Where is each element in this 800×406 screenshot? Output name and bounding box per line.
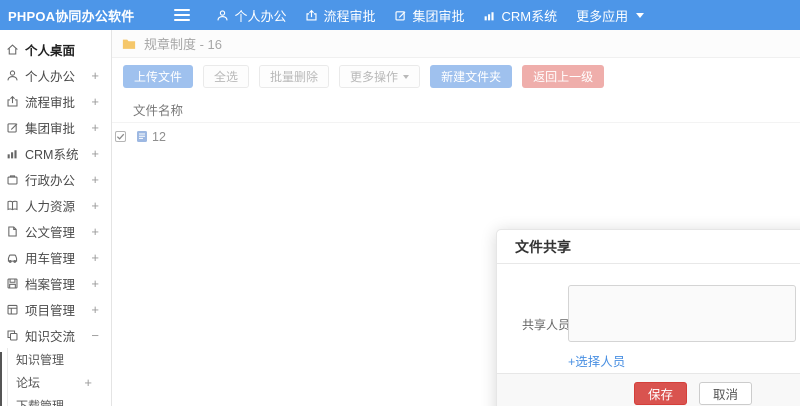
- top-header: PHPOA协同办公软件 个人办公 流程审批 集团审批 CRM系统 更多应用: [0, 0, 800, 30]
- top-navigation: 个人办公 流程审批 集团审批 CRM系统 更多应用: [216, 6, 645, 25]
- book-icon: [6, 199, 19, 212]
- hamburger-menu-icon[interactable]: [174, 9, 191, 21]
- project-icon: [6, 303, 19, 316]
- sidebar-item-process-approval[interactable]: 流程审批 +: [0, 88, 111, 114]
- sidebar-item-admin-office[interactable]: 行政办公 +: [0, 166, 111, 192]
- select-all-button[interactable]: 全选: [203, 65, 250, 88]
- sidebar-subitem-download-management[interactable]: 下载管理: [16, 394, 111, 406]
- app-window: PHPOA协同办公软件 个人办公 流程审批 集团审批 CRM系统 更多应用 个人…: [0, 0, 800, 406]
- file-table-header: 文件名称: [112, 97, 800, 123]
- modal-body: 共享人员 +选择人员: [497, 264, 800, 372]
- more-actions-dropdown[interactable]: 更多操作: [339, 65, 421, 88]
- bar-chart-icon: [6, 147, 19, 160]
- sidebar-item-personal-desktop[interactable]: 个人桌面: [0, 36, 111, 62]
- file-table-row[interactable]: 12: [112, 123, 800, 150]
- cancel-button[interactable]: 取消: [699, 382, 753, 405]
- sidebar-subitem-forum[interactable]: 论坛 +: [16, 371, 111, 394]
- file-share-modal: 文件共享 共享人员 +选择人员 保存 取消: [496, 229, 800, 406]
- file-document-icon: [136, 130, 148, 143]
- select-people-link[interactable]: +选择人员: [568, 351, 625, 370]
- checkmark-icon: [116, 133, 125, 140]
- sidebar-subitem-knowledge-management[interactable]: 知识管理: [16, 348, 111, 371]
- sidebar-item-vehicle-management[interactable]: 用车管理 +: [0, 244, 111, 270]
- caret-down-icon: [636, 12, 645, 18]
- sidebar-submenu-knowledge: 知识管理 论坛 + 下载管理: [7, 348, 111, 406]
- sidebar-item-group-approval[interactable]: 集团审批 +: [0, 114, 111, 140]
- process-icon: [6, 95, 19, 108]
- row-checkbox[interactable]: [115, 131, 126, 142]
- share-people-label: 共享人员: [522, 318, 571, 332]
- batch-delete-button[interactable]: 批量删除: [259, 65, 330, 88]
- new-folder-button[interactable]: 新建文件夹: [430, 65, 513, 88]
- nav-process-approval[interactable]: 流程审批: [305, 6, 375, 25]
- sidebar-item-personal-office[interactable]: 个人办公 +: [0, 62, 111, 88]
- process-icon: [305, 9, 318, 22]
- approve-edit-icon: [394, 9, 407, 22]
- modal-footer: 保存 取消: [497, 373, 800, 406]
- sidebar-item-archive-management[interactable]: 档案管理 +: [0, 270, 111, 296]
- home-icon: [6, 43, 19, 56]
- sidebar-item-crm-system[interactable]: CRM系统 +: [0, 140, 111, 166]
- archive-icon: [6, 277, 19, 290]
- toolbar: 上传文件 全选 批量删除 更多操作 新建文件夹 返回上一级: [112, 58, 800, 95]
- modal-title: 文件共享: [515, 238, 571, 255]
- user-icon: [216, 9, 229, 22]
- sidebar-item-official-documents[interactable]: 公文管理 +: [0, 218, 111, 244]
- file-name: 12: [152, 129, 166, 144]
- nav-more-apps[interactable]: 更多应用: [576, 6, 645, 25]
- nav-group-approval[interactable]: 集团审批: [394, 6, 464, 25]
- share-people-textarea[interactable]: [568, 285, 796, 342]
- app-logo: PHPOA协同办公软件: [8, 8, 135, 24]
- share-icon: [6, 329, 19, 342]
- folder-icon: [122, 39, 136, 49]
- car-icon: [6, 251, 19, 264]
- go-back-button[interactable]: 返回上一级: [522, 65, 605, 88]
- sidebar-item-project-management[interactable]: 项目管理 +: [0, 296, 111, 322]
- bar-chart-icon: [483, 9, 496, 22]
- approve-edit-icon: [6, 121, 19, 134]
- modal-header: 文件共享: [497, 230, 800, 264]
- breadcrumb: 规章制度 - 16: [112, 30, 800, 58]
- caret-down-icon: [403, 74, 410, 79]
- briefcase-icon: [6, 173, 19, 186]
- nav-crm-system[interactable]: CRM系统: [483, 6, 557, 25]
- upload-file-button[interactable]: 上传文件: [123, 65, 194, 88]
- sidebar-item-knowledge-exchange[interactable]: 知识交流 −: [0, 322, 111, 348]
- sidebar-item-human-resources[interactable]: 人力资源 +: [0, 192, 111, 218]
- nav-personal-office[interactable]: 个人办公: [216, 6, 286, 25]
- user-icon: [6, 69, 19, 82]
- sidebar: 个人桌面 个人办公 + 流程审批 + 集团审批 + CRM系统 + 行政办公 +…: [0, 30, 112, 406]
- save-button[interactable]: 保存: [634, 382, 688, 405]
- document-icon: [6, 225, 19, 238]
- sidebar-scrollbar[interactable]: [0, 352, 2, 406]
